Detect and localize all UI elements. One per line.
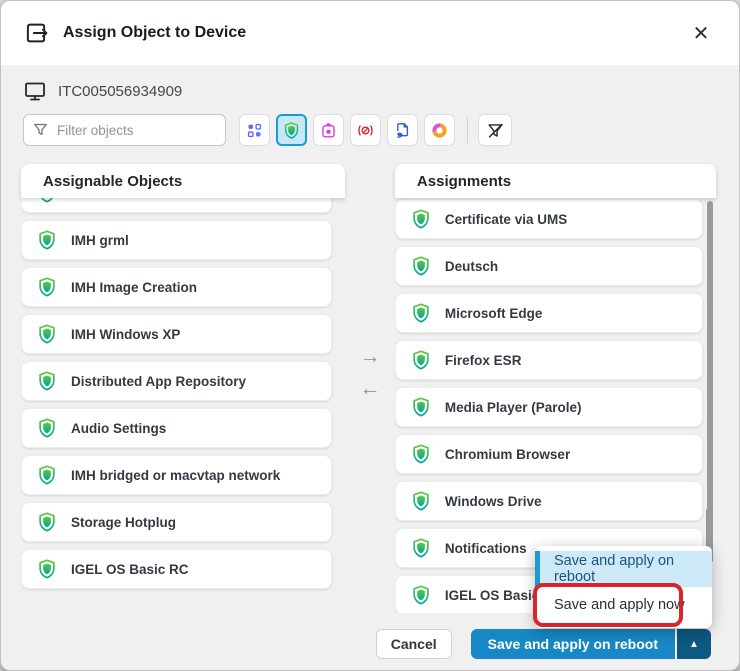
dialog-body: ITC005056934909 [1,65,739,671]
object-label: IMH Image Creation [71,280,197,295]
color-wheel-filter-button[interactable] [424,114,455,146]
object-label: Storage Hotplug [71,515,176,530]
color-wheel-icon [430,121,449,140]
object-list-item[interactable]: Audio Settings [21,408,332,448]
object-list-item[interactable]: Certificate via UMS [395,199,703,239]
profile-shield-icon [36,558,58,580]
dialog-title: Assign Object to Device [63,24,687,42]
profile-shield-icon [36,464,58,486]
profile-shield-icon [36,370,58,392]
priority-profiles-filter-button[interactable] [350,114,381,146]
save-apply-on-reboot-button[interactable]: Save and apply on reboot [471,629,675,659]
object-label: Firefox ESR [445,353,522,368]
assign-arrow-button[interactable]: → [359,346,380,367]
footer-actions: Cancel Save and apply on reboot ▲ [376,629,711,659]
menu-item-save-apply-on-reboot[interactable]: Save and apply on reboot [535,551,712,587]
priority-profile-icon [356,121,375,140]
save-options-toggle-button[interactable]: ▲ [677,629,711,659]
object-label: IMH bridged or macvtap network [71,468,280,483]
assignments-header: Assignments [395,164,716,198]
profile-shield-icon [36,276,58,298]
object-list-item[interactable]: Distributed App Repository [21,361,332,401]
object-list-item[interactable]: Microsoft Edge [395,293,703,333]
profile-shield-icon [36,511,58,533]
object-label: Media Player (Parole) [445,400,582,415]
object-label: Distributed App Repository [71,374,246,389]
profile-shield-icon [36,198,58,204]
filter-input-wrap [23,114,226,146]
object-list-item[interactable]: Storage Hotplug [21,502,332,542]
object-label: IGEL OS Basic RC [71,562,189,577]
filter-objects-input[interactable] [23,114,226,146]
dialog-header: Assign Object to Device ✕ [1,1,739,65]
object-list-item[interactable]: Firefox ESR [395,340,703,380]
object-label: Notifications [445,541,527,556]
file-signature-icon [393,121,412,140]
apps-grid-filter-button[interactable] [239,114,270,146]
divider [467,117,468,143]
object-list-item[interactable]: Windows Drive [395,481,703,521]
assign-icon [23,20,49,46]
object-list-item[interactable]: IMH grml [21,220,332,260]
cancel-button[interactable]: Cancel [376,629,452,659]
object-label: Deutsch [445,259,498,274]
profile-shield-icon [410,584,432,606]
profile-shield-icon [36,229,58,251]
firmware-customization-icon [319,121,338,140]
device-id: ITC005056934909 [58,83,182,100]
object-label: IMH grml [71,233,129,248]
profile-shield-icon [36,417,58,439]
profiles-filter-button[interactable] [276,114,307,146]
object-list-item[interactable]: Chromium Browser [395,434,703,474]
firmware-customization-filter-button[interactable] [313,114,344,146]
filter-row [1,105,739,147]
object-label: Chromium Browser [445,447,570,462]
funnel-off-icon [486,121,505,140]
assignable-objects-list: IMH grml IMH Image Creation IMH Windows … [21,198,345,613]
close-icon[interactable]: ✕ [687,19,715,47]
object-label: Windows Drive [445,494,542,509]
transfer-controls: → ← [345,164,395,613]
object-label: Microsoft Edge [445,306,543,321]
files-filter-button[interactable] [387,114,418,146]
profile-shield-icon [410,302,432,324]
object-list-item[interactable]: Media Player (Parole) [395,387,703,427]
right-scrollbar[interactable] [707,201,713,563]
assignable-objects-panel: Assignable Objects IMH grml IMH Image Cr… [21,164,345,613]
object-list-item[interactable]: Deutsch [395,246,703,286]
object-label: Certificate via UMS [445,212,567,227]
profile-shield-icon [410,490,432,512]
unassign-arrow-button[interactable]: ← [359,378,380,399]
object-list-item[interactable]: IMH Windows XP [21,314,332,354]
profile-shield-icon [282,121,301,140]
object-list-item[interactable]: IMH Image Creation [21,267,332,307]
profile-shield-icon [36,323,58,345]
apps-grid-icon [245,121,264,140]
menu-item-save-apply-now[interactable]: Save and apply now [535,587,712,623]
device-row: ITC005056934909 [1,65,739,105]
object-list-item[interactable]: IGEL OS Basic RC [21,549,332,589]
profile-shield-icon [410,443,432,465]
profile-shield-icon [410,349,432,371]
profile-shield-icon [410,255,432,277]
object-list-item-partial[interactable] [21,198,332,213]
object-label: Audio Settings [71,421,166,436]
clear-filter-button[interactable] [478,114,512,146]
assignable-objects-header: Assignable Objects [21,164,345,198]
object-type-filter-group [239,114,455,146]
profile-shield-icon [410,208,432,230]
save-options-menu: Save and apply on reboot Save and apply … [535,546,712,628]
assign-object-dialog: Assign Object to Device ✕ ITC00505693490… [0,0,740,671]
monitor-icon [23,79,47,103]
object-label: IMH Windows XP [71,327,180,342]
object-list-item[interactable]: IMH bridged or macvtap network [21,455,332,495]
funnel-icon [32,121,49,138]
profile-shield-icon [410,537,432,559]
profile-shield-icon [410,396,432,418]
object-label: IGEL OS Basic [445,588,539,603]
